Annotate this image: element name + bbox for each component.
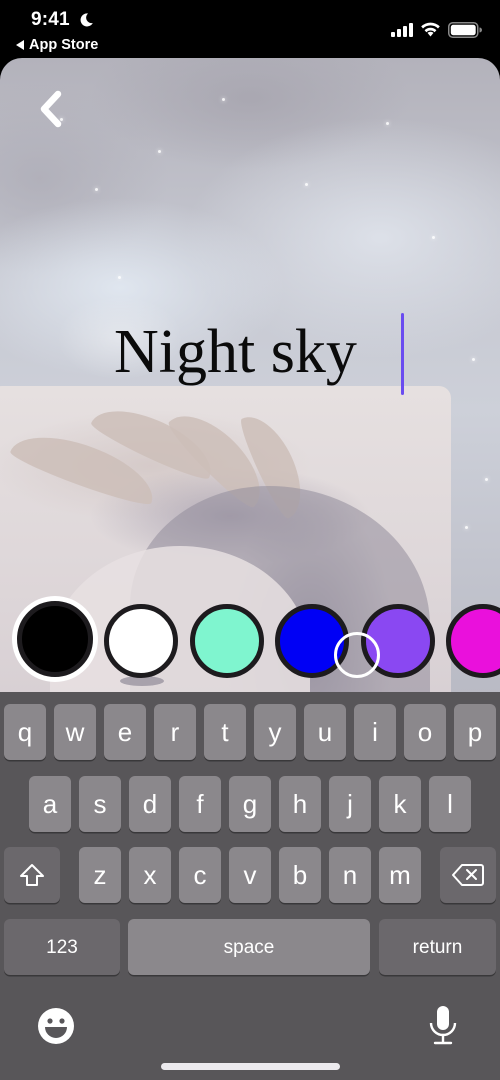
key-label: l	[447, 789, 453, 819]
home-indicator	[161, 1063, 340, 1070]
shift-key[interactable]	[4, 847, 60, 903]
key-j[interactable]: j	[329, 776, 371, 832]
star	[95, 188, 98, 191]
star	[485, 478, 488, 481]
key-label: i	[372, 717, 378, 747]
key-label: u	[317, 717, 333, 747]
key-v[interactable]: v	[229, 847, 271, 903]
key-label: r	[170, 717, 180, 747]
key-label: g	[242, 789, 258, 819]
key-f[interactable]: f	[179, 776, 221, 832]
space-key-label: space	[223, 936, 275, 958]
key-l[interactable]: l	[429, 776, 471, 832]
star	[472, 358, 475, 361]
key-n[interactable]: n	[329, 847, 371, 903]
return-key-label: return	[412, 936, 463, 958]
key-label: t	[221, 717, 229, 747]
color-swatch-white[interactable]	[104, 604, 178, 678]
back-triangle-icon	[16, 40, 24, 50]
delete-backspace-icon	[452, 864, 484, 886]
key-label: v	[243, 860, 257, 890]
numbers-key[interactable]: 123	[4, 919, 120, 975]
key-m[interactable]: m	[379, 847, 421, 903]
key-label: m	[389, 860, 411, 890]
key-t[interactable]: t	[204, 704, 246, 760]
key-label: k	[393, 789, 407, 819]
key-z[interactable]: z	[79, 847, 121, 903]
title-text-field[interactable]: Night sky	[114, 316, 357, 388]
key-label: f	[196, 789, 204, 819]
key-p[interactable]: p	[454, 704, 496, 760]
key-label: a	[42, 789, 58, 819]
key-label: x	[143, 860, 157, 890]
shift-icon	[20, 864, 44, 886]
key-label: e	[117, 717, 133, 747]
key-label: d	[142, 789, 158, 819]
key-c[interactable]: c	[179, 847, 221, 903]
key-label: p	[467, 717, 483, 747]
star	[386, 122, 389, 125]
microphone-icon[interactable]	[427, 1005, 459, 1047]
key-w[interactable]: w	[54, 704, 96, 760]
star	[222, 98, 225, 101]
key-e[interactable]: e	[104, 704, 146, 760]
key-label: w	[65, 717, 85, 747]
key-label: h	[292, 789, 308, 819]
star	[305, 183, 308, 186]
delete-key[interactable]	[440, 847, 496, 903]
star	[465, 526, 468, 529]
key-label: c	[193, 860, 207, 890]
key-label: j	[347, 789, 353, 819]
key-o[interactable]: o	[404, 704, 446, 760]
key-i[interactable]: i	[354, 704, 396, 760]
key-q[interactable]: q	[4, 704, 46, 760]
key-x[interactable]: x	[129, 847, 171, 903]
key-y[interactable]: y	[254, 704, 296, 760]
color-swatch-black[interactable]	[17, 601, 93, 677]
key-label: o	[417, 717, 433, 747]
status-bar: 9:41 App Store	[0, 0, 500, 60]
color-picker	[0, 596, 500, 682]
battery-icon	[448, 22, 482, 38]
space-key[interactable]: space	[128, 919, 370, 975]
return-key[interactable]: return	[379, 919, 496, 975]
wifi-icon	[421, 22, 440, 37]
key-label: q	[17, 717, 33, 747]
key-g[interactable]: g	[229, 776, 271, 832]
key-u[interactable]: u	[304, 704, 346, 760]
key-a[interactable]: a	[29, 776, 71, 832]
key-b[interactable]: b	[279, 847, 321, 903]
star	[158, 150, 161, 153]
status-time: 9:41	[31, 9, 70, 30]
moon-icon	[80, 13, 93, 27]
key-r[interactable]: r	[154, 704, 196, 760]
text-cursor	[401, 313, 404, 395]
cellular-signal-icon	[391, 23, 413, 37]
key-label: n	[342, 860, 358, 890]
key-label: y	[268, 717, 282, 747]
color-picker-drag-handle[interactable]	[334, 632, 380, 678]
key-h[interactable]: h	[279, 776, 321, 832]
key-label: s	[93, 789, 107, 819]
key-s[interactable]: s	[79, 776, 121, 832]
numbers-key-label: 123	[46, 936, 78, 958]
key-label: z	[93, 860, 107, 890]
back-button[interactable]	[34, 86, 70, 132]
star	[118, 276, 121, 279]
key-label: b	[292, 860, 308, 890]
back-to-app-store-link[interactable]: App Store	[16, 37, 98, 53]
keyboard: q w e r t y u i o p a s d f g h j k l z x c v b n m 123 space r…	[0, 692, 500, 1080]
star	[432, 236, 435, 239]
key-d[interactable]: d	[129, 776, 171, 832]
color-swatch-magenta[interactable]	[446, 604, 500, 678]
key-k[interactable]: k	[379, 776, 421, 832]
emoji-icon[interactable]	[37, 1007, 75, 1045]
back-app-label: App Store	[29, 37, 99, 53]
color-swatch-mint[interactable]	[190, 604, 264, 678]
